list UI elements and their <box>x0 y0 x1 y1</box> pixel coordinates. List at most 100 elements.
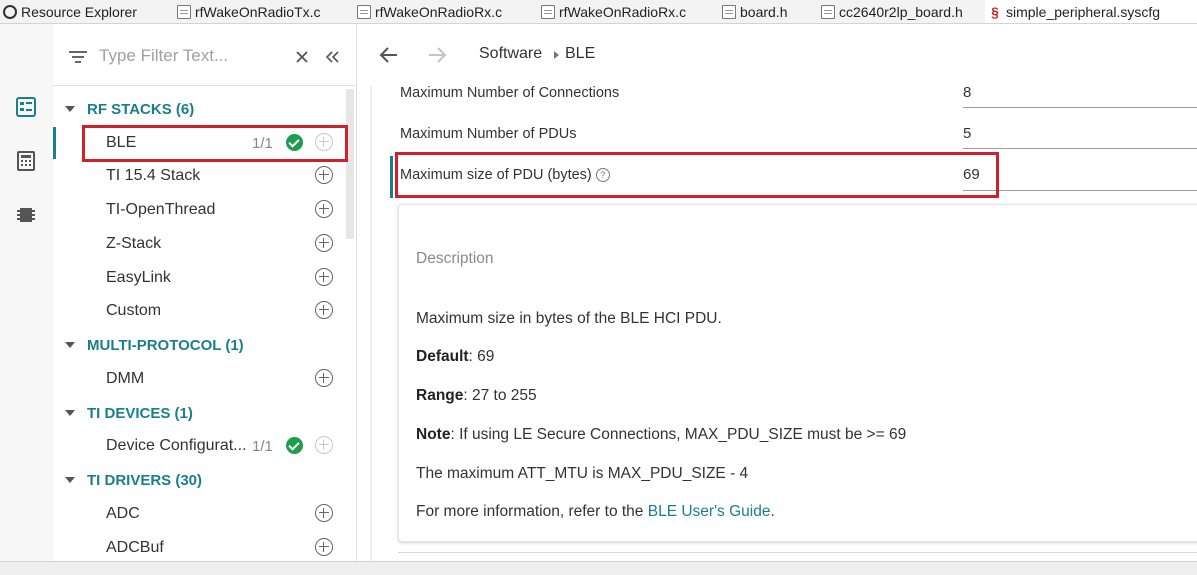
more-info-prefix: For more information, refer to the <box>416 503 648 520</box>
filter-bar <box>53 24 356 86</box>
description-more-info: For more information, refer to the BLE U… <box>416 503 775 521</box>
tree-item-z-stack[interactable]: Z-Stack <box>53 228 346 260</box>
tree-item-ble[interactable]: BLE 1/1 <box>53 127 346 159</box>
clear-filter-icon[interactable] <box>296 51 308 63</box>
tree-item-label: ADC <box>106 505 140 522</box>
content-gutter <box>370 86 372 561</box>
tab-label: rfWakeOnRadioRx.c <box>375 3 503 20</box>
tree-item-label: Device Configurat... <box>106 437 247 454</box>
add-instance-button[interactable] <box>315 166 333 184</box>
default-value: : 69 <box>468 348 495 365</box>
software-view-button[interactable] <box>15 96 37 118</box>
module-tree-panel: RF STACKS (6) BLE 1/1 TI 15.4 Stack TI-O… <box>53 24 357 561</box>
tree-item-adc[interactable]: ADC <box>53 498 346 530</box>
property-value-max-pdus[interactable]: 5 <box>963 125 971 142</box>
resource-explorer-icon <box>3 4 17 19</box>
chevron-down-icon <box>65 342 75 348</box>
tree-item-label: ADCBuf <box>106 539 164 556</box>
add-instance-button[interactable] <box>315 369 333 387</box>
property-underline <box>963 190 1197 191</box>
h-file-icon <box>722 4 736 19</box>
tree-item-custom[interactable]: Custom <box>53 295 346 327</box>
add-instance-button[interactable] <box>315 268 333 286</box>
tree-scrollbar[interactable] <box>346 89 354 239</box>
forward-arrow-icon[interactable] <box>425 43 449 67</box>
add-instance-button[interactable] <box>315 436 333 454</box>
category-label: MULTI-PROTOCOL (1) <box>87 336 244 354</box>
filter-icon <box>69 51 87 63</box>
note-value: : If using LE Secure Connections, MAX_PD… <box>450 426 907 443</box>
back-arrow-icon[interactable] <box>377 43 401 67</box>
category-label: TI DEVICES (1) <box>87 404 193 422</box>
tab-rfwakeonradiorx-2[interactable]: rfWakeOnRadioRx.c <box>532 0 714 23</box>
instance-count: 1/1 <box>252 135 273 152</box>
tree-item-easylink[interactable]: EasyLink <box>53 262 346 294</box>
tab-rfwakeonradiotx[interactable]: rfWakeOnRadioTx.c <box>170 0 352 23</box>
tab-label: rfWakeOnRadioTx.c <box>195 3 321 20</box>
category-rf-stacks[interactable]: RF STACKS (6) <box>53 96 194 122</box>
tree-item-adcbuf[interactable]: ADCBuf <box>53 532 346 564</box>
chevron-down-icon <box>65 477 75 483</box>
tab-label: rfWakeOnRadioRx.c <box>559 3 687 20</box>
category-ti-drivers[interactable]: TI DRIVERS (30) <box>53 467 202 493</box>
device-view-button[interactable] <box>15 204 37 226</box>
tab-rfwakeonradiorx-1[interactable]: rfWakeOnRadioRx.c <box>352 0 532 23</box>
help-icon[interactable]: ? <box>595 168 610 182</box>
tree-item-label: TI 15.4 Stack <box>106 167 201 184</box>
tab-resource-explorer[interactable]: Resource Explorer <box>0 0 170 23</box>
tree-item-device-configuration[interactable]: Device Configurat... 1/1 <box>53 430 346 462</box>
description-note: Note: If using LE Secure Connections, MA… <box>416 426 906 444</box>
add-instance-button[interactable] <box>315 301 333 319</box>
tab-label: Resource Explorer <box>21 3 137 20</box>
navigation-bar: Software BLE <box>357 24 1197 86</box>
add-instance-button[interactable] <box>315 200 333 218</box>
add-instance-button[interactable] <box>315 538 333 556</box>
default-label: Default <box>416 348 469 365</box>
tab-simple-peripheral-syscfg[interactable]: § simple_peripheral.syscfg <box>985 0 1197 23</box>
description-default: Default: 69 <box>416 348 494 366</box>
breadcrumb-ble: BLE <box>565 45 596 62</box>
tab-label: simple_peripheral.syscfg <box>1006 3 1161 20</box>
add-instance-button[interactable] <box>315 234 333 252</box>
tab-board-h[interactable]: board.h <box>714 0 813 23</box>
breadcrumb-software[interactable]: Software <box>479 45 542 63</box>
category-multi-protocol[interactable]: MULTI-PROTOCOL (1) <box>53 332 244 358</box>
tree-item-ti-openthread[interactable]: TI-OpenThread <box>53 194 346 226</box>
tree-item-label: Z-Stack <box>106 235 162 252</box>
note-label: Note <box>416 426 451 443</box>
tab-label: cc2640r2lp_board.h <box>839 3 963 20</box>
property-label-max-connections: Maximum Number of Connections <box>400 85 620 101</box>
filter-input[interactable] <box>97 42 281 70</box>
chevron-down-icon <box>65 106 75 112</box>
section-divider <box>398 552 1197 553</box>
tree-item-label: BLE <box>106 134 137 151</box>
collapse-panel-icon[interactable] <box>326 51 339 63</box>
c-file-icon <box>177 4 191 19</box>
board-view-button[interactable] <box>15 150 37 172</box>
category-ti-devices[interactable]: TI DEVICES (1) <box>53 400 193 426</box>
add-instance-button[interactable] <box>315 504 333 522</box>
more-info-suffix: . <box>770 503 775 520</box>
tree-item-label: TI-OpenThread <box>106 201 216 218</box>
tab-cc2640r2lp-board-h[interactable]: cc2640r2lp_board.h <box>813 0 985 23</box>
property-value-max-pdu-size[interactable]: 69 <box>963 166 980 183</box>
range-value: : 27 to 255 <box>463 387 537 404</box>
description-card: Description Maximum size in bytes of the… <box>398 204 1197 542</box>
description-title: Description <box>416 250 494 267</box>
property-label-max-pdus: Maximum Number of PDUs <box>400 126 577 142</box>
check-circle-icon <box>286 134 303 151</box>
category-label: TI DRIVERS (30) <box>87 471 203 489</box>
tab-label: board.h <box>740 3 788 20</box>
tree-item-ti154-stack[interactable]: TI 15.4 Stack <box>53 160 346 192</box>
add-instance-button[interactable] <box>315 133 333 151</box>
chip-icon <box>17 208 35 222</box>
description-summary: Maximum size in bytes of the BLE HCI PDU… <box>416 310 722 327</box>
tree-item-dmm[interactable]: DMM <box>53 363 346 395</box>
property-underline <box>963 107 1197 108</box>
editor-tab-bar: Resource Explorer rfWakeOnRadioTx.c rfWa… <box>0 0 1197 24</box>
property-value-max-connections[interactable]: 8 <box>963 84 971 101</box>
check-circle-icon <box>286 437 303 454</box>
bottom-status-strip <box>0 561 1197 575</box>
selection-indicator <box>53 127 56 159</box>
ble-users-guide-link[interactable]: BLE User's Guide <box>648 503 771 520</box>
